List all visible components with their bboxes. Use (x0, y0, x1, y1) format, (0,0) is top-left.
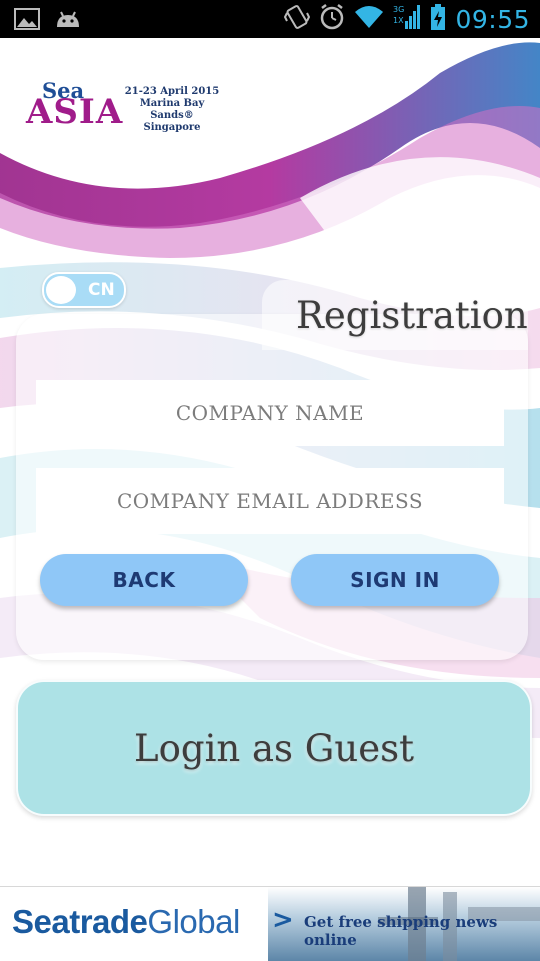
alarm-icon (319, 3, 345, 35)
language-toggle[interactable]: CN (42, 272, 126, 308)
status-bar: 3G 1X 09:55 (0, 0, 540, 38)
signal-icon: 3G 1X (393, 3, 421, 35)
toggle-knob (46, 276, 76, 304)
image-icon (14, 7, 40, 35)
ad-banner[interactable]: SeatradeGlobal > Get free shipping news … (0, 886, 540, 961)
toggle-label: CN (88, 280, 115, 300)
company-email-input[interactable] (36, 467, 504, 535)
logo-asia-text: ASIA (26, 92, 124, 132)
event-dates: 21-23 April 2015 (124, 86, 220, 97)
event-info: 21-23 April 2015 Marina Bay Sands® Singa… (122, 86, 222, 134)
wifi-icon (354, 4, 384, 34)
svg-text:3G: 3G (393, 5, 404, 14)
ad-text: Get free shipping news online (304, 913, 498, 949)
battery-icon (430, 3, 446, 35)
clock: 09:55 (455, 4, 530, 34)
seatrade-global-logo: SeatradeGlobal (12, 903, 240, 941)
ad-arrow: > (272, 905, 294, 935)
brand-part1: Seatrade (12, 903, 148, 940)
login-as-guest-button[interactable]: Login as Guest (16, 680, 532, 816)
vibrate-icon (284, 3, 311, 35)
android-icon (54, 7, 82, 35)
event-city: Singapore (143, 122, 201, 133)
event-venue: Marina Bay Sands® (139, 98, 205, 121)
company-name-field[interactable] (36, 379, 504, 447)
registration-title: Registration (296, 294, 528, 337)
svg-text:1X: 1X (393, 16, 404, 25)
company-email-field[interactable] (36, 467, 504, 535)
sign-in-button[interactable]: SIGN IN (291, 554, 499, 606)
sea-asia-logo: Sea ASIA 21-23 April 2015 Marina Bay San… (22, 78, 222, 148)
brand-part2: Global (147, 903, 240, 940)
guest-label: Login as Guest (134, 726, 414, 770)
company-name-input[interactable] (36, 379, 504, 447)
back-button[interactable]: BACK (40, 554, 248, 606)
